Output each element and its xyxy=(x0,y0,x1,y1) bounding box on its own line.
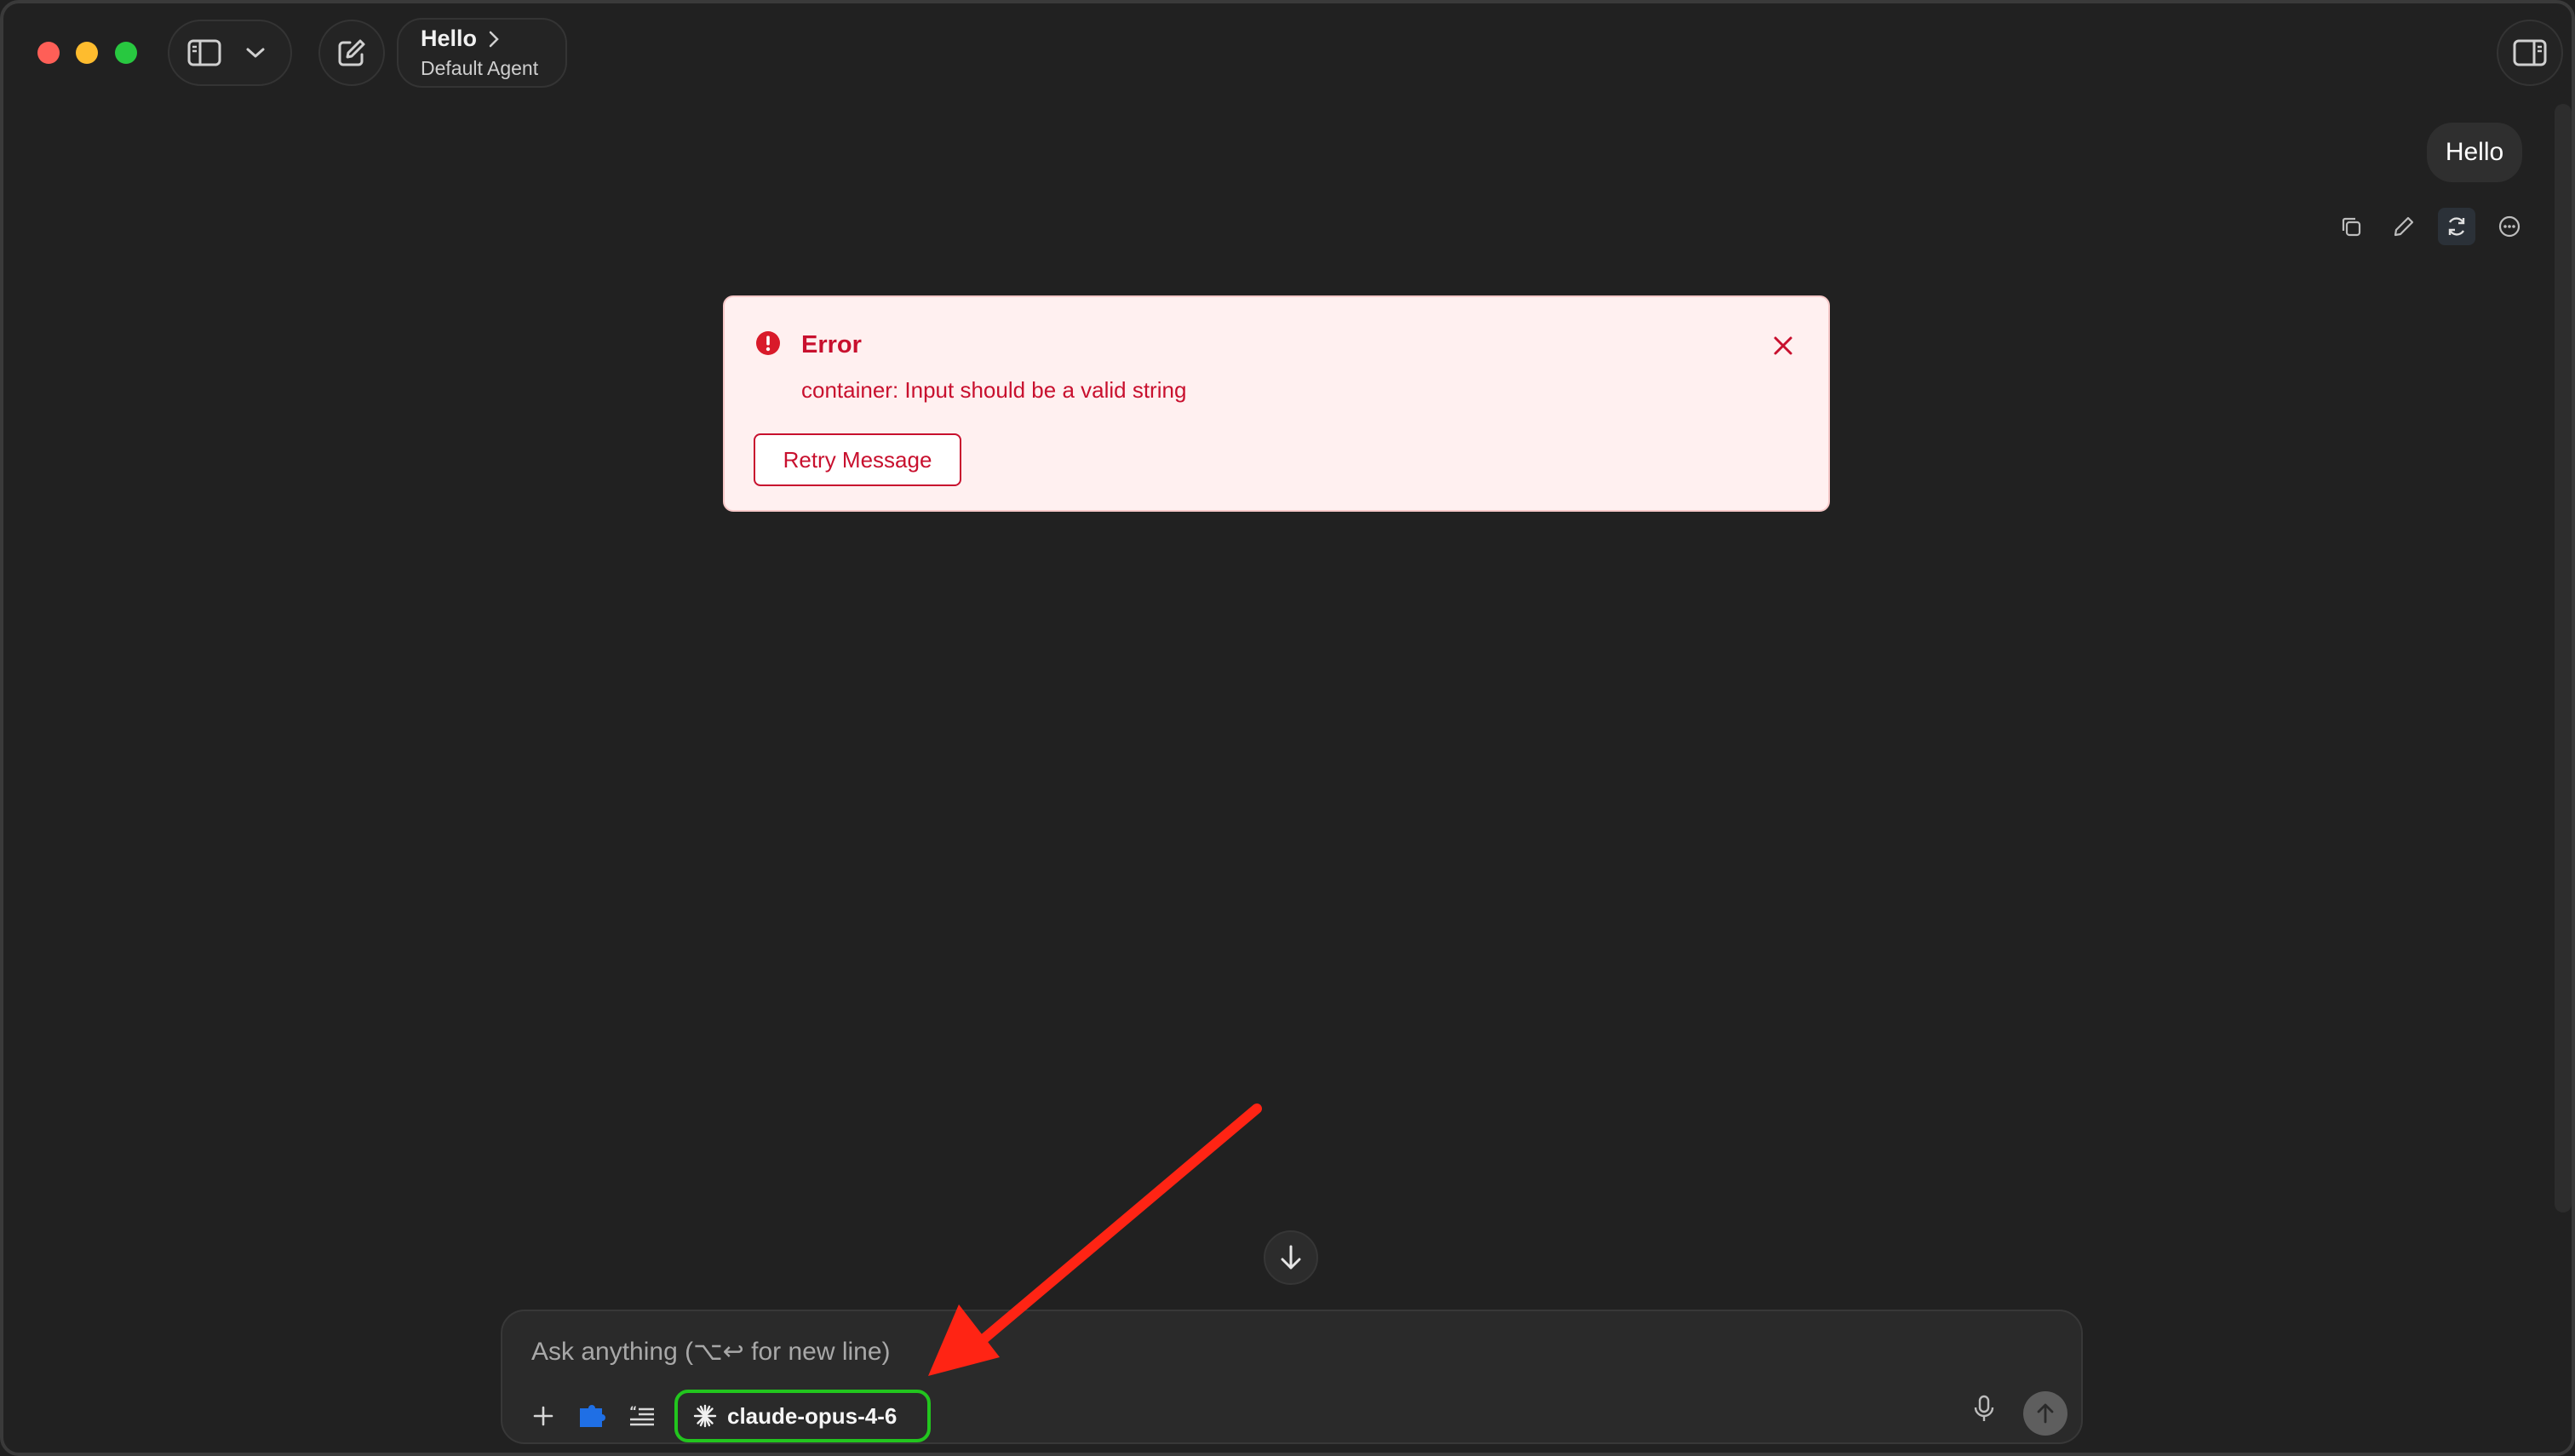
sidebar-controls xyxy=(168,20,292,86)
model-selector[interactable]: claude-opus-4-6 xyxy=(674,1390,932,1442)
message-composer: Ask anything (⌥↩ for new line) “ claude-… xyxy=(501,1310,2083,1444)
sidebar-menu-button[interactable] xyxy=(230,27,281,78)
puzzle-icon xyxy=(580,1405,605,1427)
arrow-up-icon xyxy=(2037,1403,2054,1424)
compose-icon xyxy=(338,39,365,66)
error-message: container: Input should be a valid strin… xyxy=(801,377,1187,403)
model-name: claude-opus-4-6 xyxy=(727,1402,898,1429)
quote-list-icon: “ xyxy=(629,1405,654,1426)
copy-button[interactable] xyxy=(2332,208,2370,245)
regenerate-button[interactable] xyxy=(2438,208,2475,245)
prompts-button[interactable]: “ xyxy=(625,1399,659,1433)
sidebar-toggle-button[interactable] xyxy=(179,27,230,78)
conversation-title[interactable]: Hello Default Agent xyxy=(397,18,567,88)
more-icon xyxy=(2498,215,2521,238)
message-input[interactable]: Ask anything (⌥↩ for new line) xyxy=(531,1337,891,1367)
error-banner: Error container: Input should be a valid… xyxy=(723,295,1830,512)
zoom-window-button[interactable] xyxy=(115,42,137,64)
error-title: Error xyxy=(801,331,862,358)
chevron-down-icon xyxy=(246,48,265,58)
add-attachment-button[interactable] xyxy=(526,1399,560,1433)
send-button[interactable] xyxy=(2023,1391,2067,1436)
chevron-right-icon xyxy=(489,31,499,47)
chat-scrollbar[interactable] xyxy=(2555,104,2572,1212)
composer-toolbar: “ claude-opus-4-6 xyxy=(526,1390,932,1442)
mic-icon xyxy=(1974,1395,1994,1421)
user-message: Hello xyxy=(2427,123,2522,182)
refresh-icon xyxy=(2448,217,2465,236)
close-window-button[interactable] xyxy=(37,42,60,64)
alert-circle-icon xyxy=(756,331,780,355)
message-actions xyxy=(2332,208,2528,245)
minimize-window-button[interactable] xyxy=(76,42,98,64)
sidebar-toggle-icon xyxy=(187,39,221,66)
app-window: Hello Default Agent Hello Error containe… xyxy=(0,0,2575,1456)
plugins-button[interactable] xyxy=(576,1399,610,1433)
right-panel-icon xyxy=(2513,39,2547,66)
right-panel-toggle-button[interactable] xyxy=(2497,20,2563,86)
plus-icon xyxy=(533,1406,553,1426)
voice-input-button[interactable] xyxy=(1973,1395,1995,1428)
close-icon[interactable] xyxy=(1770,333,1796,358)
arrow-down-icon xyxy=(1281,1245,1301,1270)
scroll-to-bottom-button[interactable] xyxy=(1264,1230,1318,1285)
pencil-icon xyxy=(2394,216,2414,237)
more-options-button[interactable] xyxy=(2491,208,2528,245)
retry-message-button[interactable]: Retry Message xyxy=(754,433,961,486)
page-title: Hello xyxy=(421,26,478,51)
svg-text:“: “ xyxy=(629,1405,637,1419)
agent-name: Default Agent xyxy=(421,57,539,79)
new-chat-button[interactable] xyxy=(318,20,385,86)
copy-icon xyxy=(2342,217,2361,237)
sparkle-icon xyxy=(693,1404,717,1428)
edit-message-button[interactable] xyxy=(2385,208,2423,245)
